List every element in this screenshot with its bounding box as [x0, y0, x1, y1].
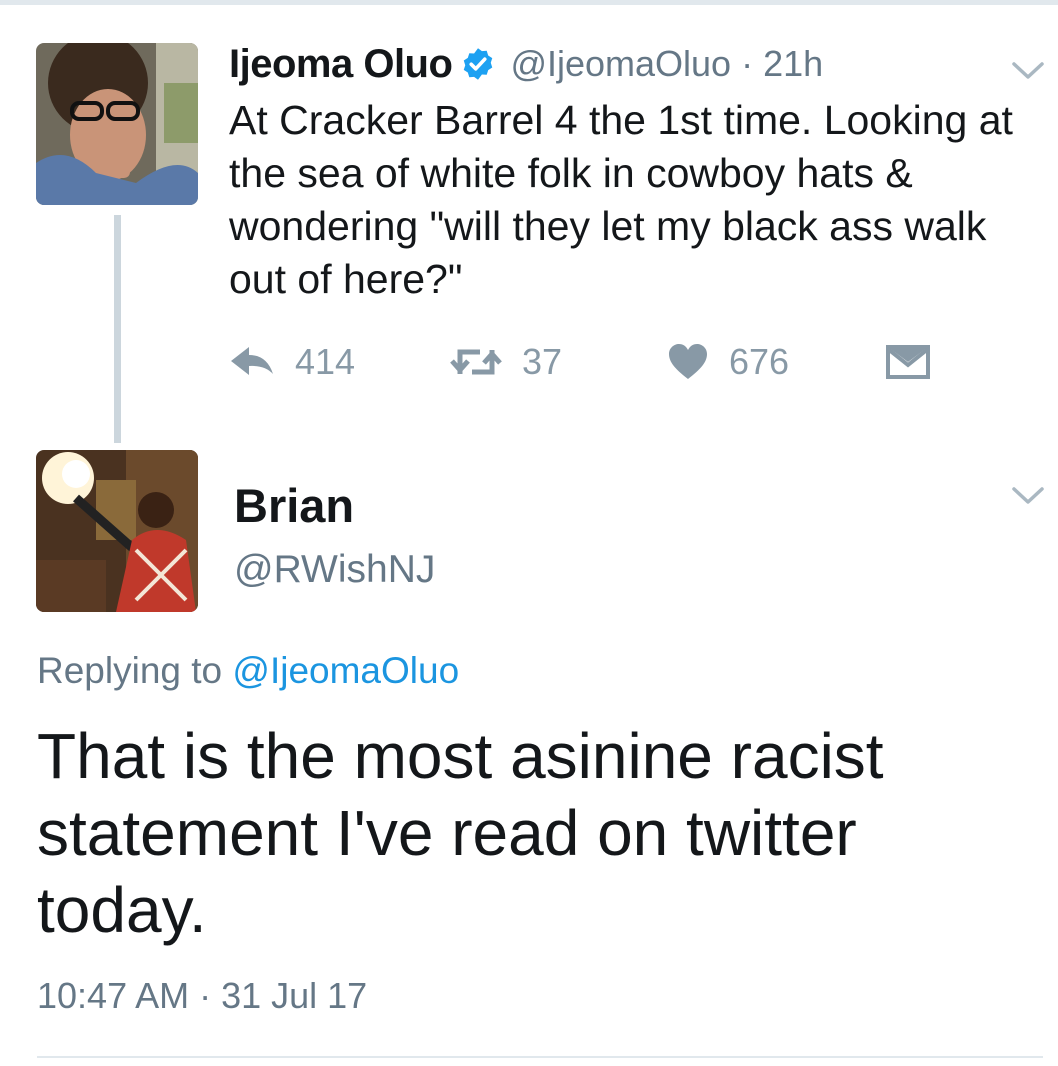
- retweet-count: 37: [522, 341, 563, 382]
- direct-message-button[interactable]: [886, 340, 930, 384]
- tweet1-header: Ijeoma Oluo @IjeomaOluo · 21h: [229, 38, 823, 90]
- retweet-button[interactable]: 37: [450, 340, 562, 384]
- like-count: 676: [729, 341, 790, 382]
- avatar-brian[interactable]: [36, 450, 198, 612]
- envelope-icon: [886, 345, 930, 379]
- replying-mention-link[interactable]: @IjeomaOluo: [232, 650, 459, 691]
- replying-label: Replying to: [37, 650, 223, 691]
- retweet-icon: [450, 344, 502, 380]
- chevron-down-icon[interactable]: [1011, 60, 1045, 82]
- replying-to: Replying to @IjeomaOluo: [37, 650, 459, 692]
- tweet1-text: At Cracker Barrel 4 the 1st time. Lookin…: [229, 97, 1013, 302]
- reply-count: 414: [295, 341, 356, 382]
- tweet1-time: 21h: [763, 43, 824, 84]
- reply-button[interactable]: 414: [229, 340, 355, 384]
- tweet2-text: That is the most asinine racist statemen…: [37, 720, 884, 946]
- tweet1-author-name[interactable]: Ijeoma Oluo: [229, 42, 453, 87]
- reply-icon: [229, 344, 275, 380]
- avatar-image: [36, 43, 198, 205]
- chevron-down-icon[interactable]: [1011, 485, 1045, 507]
- avatar-ijeoma-oluo[interactable]: [36, 43, 198, 205]
- heart-icon: [667, 343, 709, 381]
- top-divider: [0, 0, 1058, 5]
- avatar-image: [36, 450, 198, 612]
- verified-badge-icon: [460, 46, 496, 82]
- tweet2-handle[interactable]: @RWishNJ: [234, 548, 435, 592]
- bottom-divider: [37, 1056, 1043, 1058]
- tweet1-handle[interactable]: @IjeomaOluo · 21h: [510, 43, 823, 85]
- tweet2-author-name[interactable]: Brian: [234, 478, 354, 533]
- tweet2-timestamp[interactable]: 10:47 AM · 31 Jul 17: [37, 975, 367, 1017]
- like-button[interactable]: 676: [667, 340, 789, 384]
- thread-connector: [114, 215, 121, 443]
